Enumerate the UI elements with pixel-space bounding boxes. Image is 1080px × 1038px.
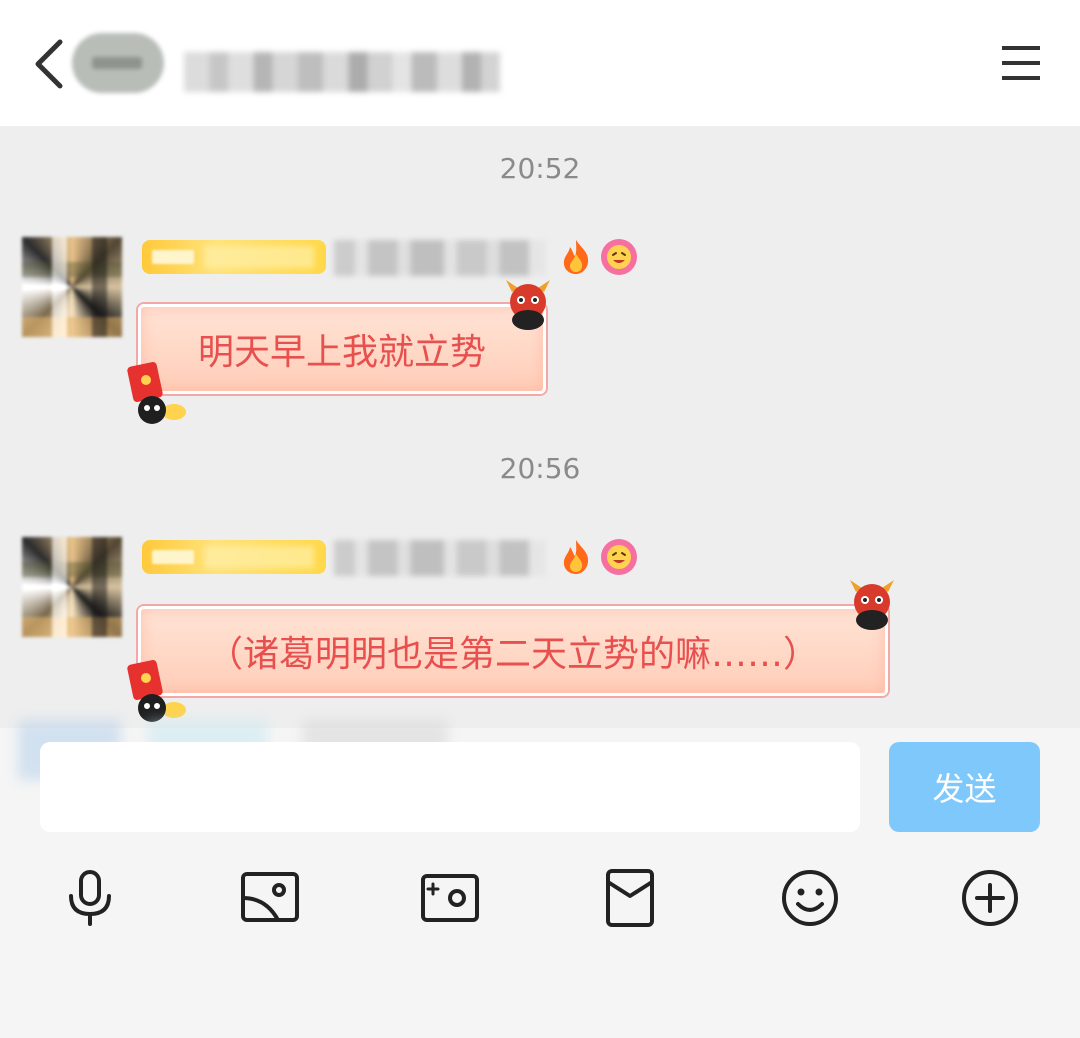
member-title-badge xyxy=(142,240,326,274)
message-list[interactable]: 20:52 明天早上我就立势 20:56 （诸葛明明也是第二天立势的嘛……） xyxy=(0,126,1080,728)
dragon-sticker-icon xyxy=(850,580,894,630)
message-bubble[interactable]: （诸葛明明也是第二天立势的嘛……） xyxy=(138,606,888,696)
avatar[interactable] xyxy=(22,537,122,637)
input-bar: 发送 xyxy=(0,720,1080,1038)
red-envelope-icon xyxy=(127,660,186,722)
sender-name xyxy=(334,240,546,276)
image-icon[interactable] xyxy=(240,868,300,928)
dragon-sticker-icon xyxy=(506,280,550,330)
send-button[interactable]: 发送 xyxy=(889,742,1040,832)
message-bubble[interactable]: 明天早上我就立势 xyxy=(138,304,546,394)
red-packet-icon[interactable] xyxy=(600,868,660,928)
avatar[interactable] xyxy=(22,237,122,337)
message-text: 明天早上我就立势 xyxy=(197,332,486,373)
fire-icon xyxy=(563,240,589,274)
plus-icon[interactable] xyxy=(960,868,1020,928)
contact-status-pill xyxy=(72,33,164,93)
red-envelope-icon xyxy=(127,362,186,424)
flower-face-icon xyxy=(601,239,637,275)
emoji-icon[interactable] xyxy=(780,868,840,928)
message-input[interactable] xyxy=(40,742,860,832)
microphone-icon[interactable] xyxy=(60,868,120,928)
timestamp: 20:52 xyxy=(499,152,581,185)
timestamp: 20:56 xyxy=(499,452,581,485)
member-title-badge xyxy=(142,540,326,574)
chat-header xyxy=(0,0,1080,126)
chat-title xyxy=(184,52,500,92)
message-text: （诸葛明明也是第二天立势的嘛……） xyxy=(206,634,819,675)
flower-face-icon xyxy=(601,539,637,575)
fire-icon xyxy=(563,540,589,574)
chevron-left-icon[interactable] xyxy=(30,38,70,90)
camera-icon[interactable] xyxy=(420,868,480,928)
sender-name xyxy=(334,540,546,576)
hamburger-menu-icon[interactable] xyxy=(1000,44,1042,82)
